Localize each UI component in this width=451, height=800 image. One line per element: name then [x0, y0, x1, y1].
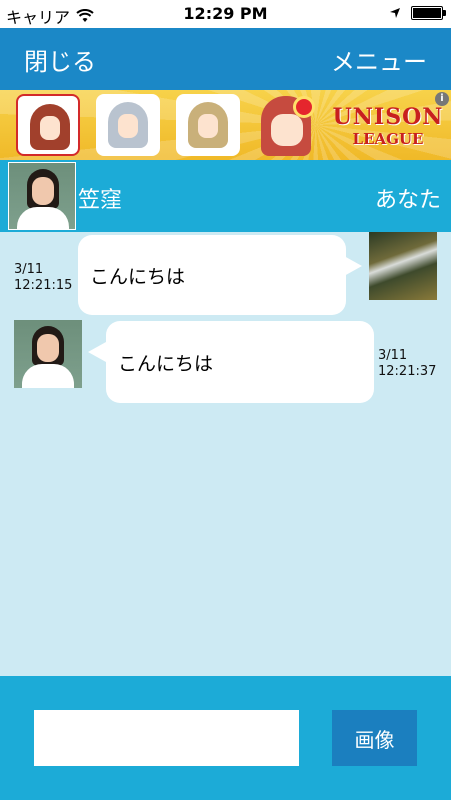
image-button[interactable]: 画像 — [332, 710, 417, 766]
bubble-tail — [88, 342, 106, 362]
partner-name: 笠窪 — [78, 188, 123, 213]
ad-hair-tile-blonde — [176, 94, 240, 156]
nav-bar: 閉じる メニュー — [0, 28, 451, 90]
partner-message-avatar — [14, 320, 82, 388]
message-time: 12:21:15 — [14, 278, 73, 293]
message-bubble-partner[interactable]: こんにちは — [106, 321, 374, 403]
message-timestamp: 3/11 12:21:37 — [378, 348, 436, 380]
ad-hair-tile-red — [16, 94, 80, 156]
battery-icon — [411, 6, 446, 20]
location-arrow-icon — [390, 8, 400, 18]
ad-logo: UNISON LEAGUE — [330, 104, 446, 148]
partner-avatar — [8, 162, 76, 230]
message-time: 12:21:37 — [378, 364, 437, 379]
message-text: こんにちは — [118, 352, 214, 375]
message-date: 3/11 — [14, 262, 44, 277]
composer-bar: 画像 — [0, 676, 451, 800]
ad-character-image — [255, 92, 323, 160]
chat-header: 笠窪 あなた — [0, 160, 451, 232]
ad-info-icon[interactable]: i — [435, 92, 449, 106]
bubble-tail — [344, 256, 362, 276]
message-input[interactable] — [34, 710, 299, 766]
message-text: こんにちは — [90, 265, 186, 288]
message-bubble-self[interactable]: こんにちは — [78, 235, 346, 315]
close-button[interactable]: 閉じる — [24, 42, 96, 77]
ad-hair-tile-silver — [96, 94, 160, 156]
status-time: 12:29 PM — [183, 4, 268, 23]
ad-logo-line2: LEAGUE — [352, 130, 424, 148]
chat-area[interactable]: 3/11 12:21:15 こんにちは こんにちは 3/11 12:21:37 — [0, 232, 451, 676]
self-avatar — [369, 232, 437, 300]
self-label: あなた — [374, 188, 441, 213]
menu-button[interactable]: メニュー — [331, 42, 427, 77]
message-timestamp: 3/11 12:21:15 — [14, 262, 72, 294]
status-bar: キャリア 12:29 PM — [0, 0, 451, 28]
message-date: 3/11 — [378, 348, 408, 363]
ad-logo-line1: UNISON — [332, 104, 444, 130]
ad-banner[interactable]: UNISON LEAGUE i — [0, 90, 451, 160]
